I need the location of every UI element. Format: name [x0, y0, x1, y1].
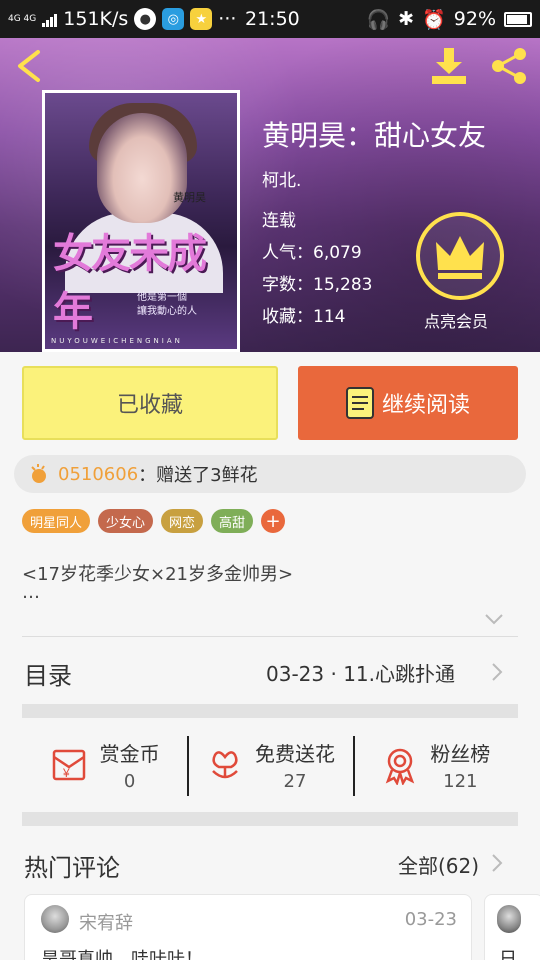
status-bar: 4G 4G 151K/s ● ◎ ★ ··· 21:50 🎧 ✱ ⏰ 92% — [0, 0, 540, 38]
book-header: 黄明昊 女友未成年 他是第一個 讓我動心的人 NUYOUWEICHENGNIAN… — [0, 38, 540, 352]
cover-subtitle-line1: 他是第一個 — [137, 292, 187, 303]
book-popularity: 人气：6,079 — [262, 243, 362, 263]
description-line1: <17岁花季少女×21岁多金帅男> — [22, 564, 294, 585]
clock: 21:50 — [245, 8, 300, 30]
stat-fan-ranking[interactable]: 粉丝榜 121 — [352, 730, 518, 800]
favorited-button[interactable]: 已收藏 — [22, 366, 278, 440]
toc-label[interactable]: 目录 — [24, 656, 72, 691]
continue-reading-label: 继续阅读 — [381, 393, 470, 418]
download-icon[interactable] — [428, 46, 470, 86]
comment-text: 昊哥真帅，哇咔咔！ — [41, 949, 203, 960]
more-notifications-icon: ··· — [218, 8, 237, 30]
alarm-icon: ⏰ — [422, 8, 446, 31]
comment-card[interactable]: 宋宥辞 03-23 昊哥真帅，哇咔咔！ — [24, 894, 472, 960]
tag-list: 明星同人 少女心 网恋 高甜 + — [22, 509, 286, 533]
network-type: 4G 4G — [8, 14, 37, 24]
gift-user[interactable]: 0510606 — [58, 464, 138, 485]
flower-icon — [212, 751, 238, 779]
book-favorites: 收藏：114 — [262, 307, 346, 327]
book-status: 连载 — [262, 211, 296, 231]
continue-reading-button[interactable]: 继续阅读 — [298, 366, 518, 440]
share-icon[interactable] — [488, 46, 530, 86]
stat-free-flowers[interactable]: 免费送花 27 — [187, 730, 352, 800]
headphone-icon: 🎧 — [366, 8, 391, 31]
comment-date: 03-23 — [404, 909, 457, 930]
toc-latest-chapter[interactable]: 03-23 · 11.心跳扑通 — [266, 658, 455, 687]
avatar[interactable] — [41, 905, 69, 933]
section-separator — [22, 704, 518, 718]
tag-item[interactable]: 少女心 — [98, 509, 154, 533]
tag-item[interactable]: 高甜 — [211, 509, 254, 533]
svg-text:¥: ¥ — [62, 766, 70, 780]
comment-text: 日 — [499, 949, 517, 960]
avatar[interactable] — [497, 905, 521, 933]
red-envelope-icon: ¥ — [52, 749, 85, 781]
network-speed: 151K/s — [63, 8, 129, 30]
chat-icon: ● — [134, 8, 157, 30]
expand-description-icon[interactable] — [484, 612, 504, 626]
stat-name: 赏金币 — [99, 742, 160, 766]
add-tag-button[interactable]: + — [261, 509, 286, 533]
description-line2: … — [22, 582, 40, 603]
clap-icon — [31, 464, 46, 483]
back-arrow-icon[interactable] — [14, 48, 44, 84]
crown-icon — [436, 236, 484, 279]
cover-subtitle: 他是第一個 讓我動心的人 — [137, 291, 197, 319]
cover-name: 黄明昊 — [173, 191, 206, 204]
cover-title-art: 女友未成年 — [53, 230, 207, 335]
browser-icon: ◎ — [162, 8, 185, 30]
medal-icon — [386, 748, 415, 785]
star-app-icon: ★ — [190, 8, 213, 30]
comments-chevron-right-icon[interactable] — [490, 853, 504, 873]
stats-row: ¥ 赏金币 0 免费送花 27 粉丝榜 121 — [22, 730, 518, 800]
stat-name: 免费送花 — [254, 742, 335, 766]
book-icon — [345, 387, 374, 419]
stat-reward-coins[interactable]: ¥ 赏金币 0 — [22, 730, 187, 800]
vip-button[interactable] — [416, 212, 504, 300]
battery-percent: 92% — [453, 8, 496, 30]
stat-value: 0 — [123, 771, 136, 792]
book-title: 黄明昊：甜心女友 — [262, 119, 487, 152]
all-comments-link[interactable]: 全部(62) — [398, 850, 479, 879]
book-word-count: 字数：15,283 — [262, 275, 373, 295]
divider — [22, 636, 518, 637]
toc-chevron-right-icon[interactable] — [490, 662, 504, 682]
battery-icon — [504, 11, 532, 27]
stat-name: 粉丝榜 — [430, 742, 491, 766]
section-separator — [22, 812, 518, 826]
stat-value: 121 — [443, 771, 478, 792]
signal-icon — [42, 11, 58, 27]
tag-item[interactable]: 网恋 — [161, 509, 204, 533]
hot-comments-label: 热门评论 — [24, 854, 120, 882]
comment-card[interactable]: 日 — [484, 894, 540, 960]
book-cover[interactable]: 黄明昊 女友未成年 他是第一個 讓我動心的人 NUYOUWEICHENGNIAN — [42, 90, 240, 352]
cover-subtitle-line2: 讓我動心的人 — [137, 306, 197, 317]
bluetooth-icon: ✱ — [398, 8, 415, 30]
cover-figure-face — [97, 113, 187, 223]
comment-user[interactable]: 宋宥辞 — [79, 909, 133, 935]
tag-item[interactable]: 明星同人 — [22, 509, 91, 533]
book-author[interactable]: 柯北. — [262, 166, 301, 191]
vip-label[interactable]: 点亮会员 — [424, 308, 488, 332]
cover-pinyin: NUYOUWEICHENGNIAN — [51, 337, 183, 345]
gift-ticker[interactable]: 0510606 ：赠送了3鲜花 — [14, 455, 526, 493]
stat-value: 27 — [283, 771, 307, 792]
gift-text: ：赠送了3鲜花 — [138, 465, 258, 486]
